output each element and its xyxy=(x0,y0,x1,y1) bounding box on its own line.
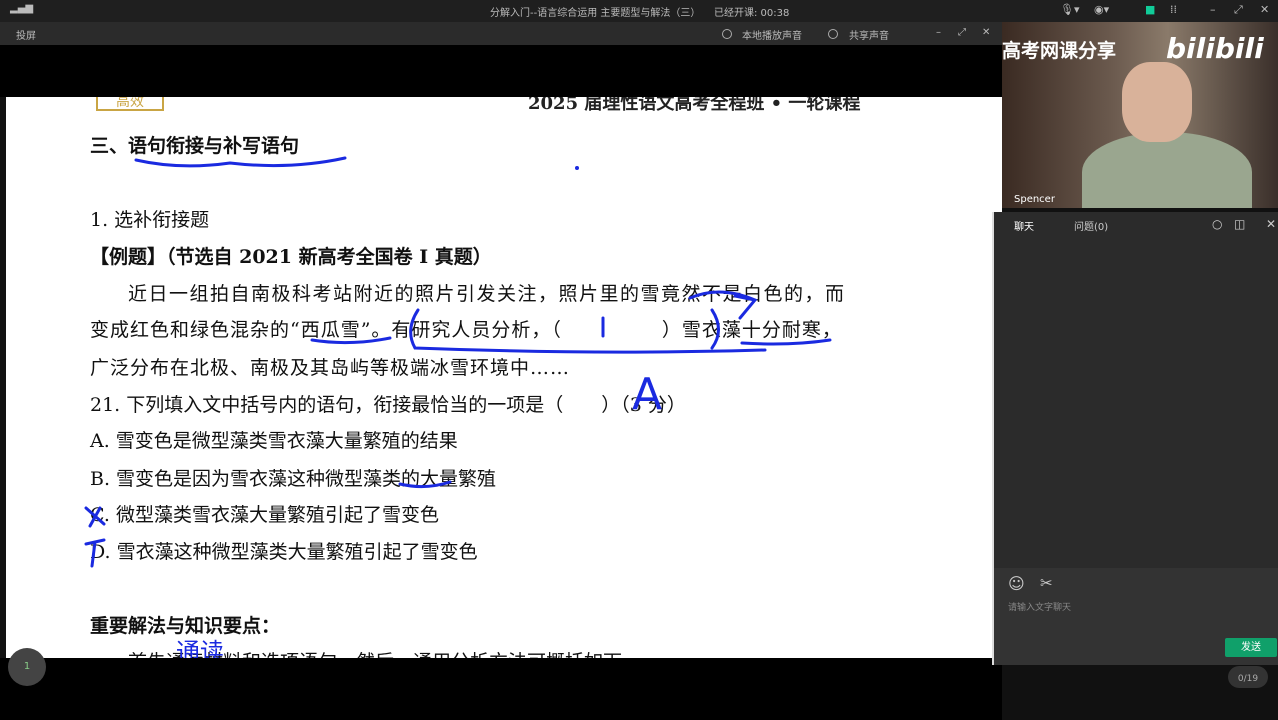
share-label: 投屏 xyxy=(16,31,36,42)
local-audio-toggle[interactable] xyxy=(722,29,732,39)
key-points-line: 首先通读材料和选项语句，然后，通用分析方法可概括如下 xyxy=(128,647,622,658)
local-audio-label: 本地播放声音 xyxy=(742,31,802,42)
question: 21. 下列填入文中括号内的语句，衔接最恰当的一项是（ ）（3 分） xyxy=(90,394,686,416)
grid-icon[interactable]: ⁞⁞ xyxy=(1170,3,1177,16)
paragraph-line: 近日一组拍自南极科考站附近的照片引发关注，照片里的雪竟然不是白色的，而 xyxy=(128,283,846,305)
teacher-video: 高考网课分享 bilibili Spencer xyxy=(1002,22,1278,208)
share-audio-label: 共享声音 xyxy=(849,31,889,42)
option-a: A. 雪变色是微型藻类雪衣藻大量繁殖的结果 xyxy=(90,430,458,452)
letterbox xyxy=(0,658,1002,720)
window-title: 分解入门--语言综合运用 主要题型与解法（三） xyxy=(490,8,701,19)
close-icon[interactable]: ✕ xyxy=(1260,3,1269,16)
screen-share-bar: 投屏 本地播放声音 共享声音 – ⤢ ✕ xyxy=(0,22,1002,45)
page-indicator: 0/19 xyxy=(1228,666,1268,688)
chat-panel: 聊天 问题(0) ○ ◫ ✕ ☺ ✂ 请输入文字聊天 发送 xyxy=(992,212,1278,665)
participant-name: Spencer xyxy=(1014,194,1055,205)
video-person-body xyxy=(1082,132,1252,208)
minimize-icon[interactable]: – xyxy=(1210,3,1216,16)
record-icon[interactable]: ■ xyxy=(1145,3,1155,16)
option-c: C. 微型藻类雪衣藻大量繁殖引起了雪变色 xyxy=(90,504,439,526)
chat-input[interactable]: 请输入文字聊天 xyxy=(1008,600,1071,613)
subsection-title: 1. 选补衔接题 xyxy=(90,209,210,231)
camera-icon[interactable]: ◉▾ xyxy=(1094,3,1109,16)
letterbox xyxy=(0,45,1002,97)
logo: 高效 xyxy=(96,97,164,111)
camera-count: 1 xyxy=(23,661,31,672)
maximize-icon[interactable]: ⤢ xyxy=(1234,3,1243,17)
watermark-brand: 高考网课分享 xyxy=(1002,40,1117,62)
handwritten-answer: A xyxy=(632,369,663,420)
microphone-icon[interactable]: 🎙▾ xyxy=(1060,3,1080,16)
emoji-icon[interactable]: ☺ xyxy=(1008,574,1025,593)
doc-header: 2025 届理性语文高考全程班 • 一轮课程 xyxy=(528,97,861,114)
tab-chat[interactable]: 聊天 xyxy=(1014,218,1034,233)
send-button[interactable]: 发送 xyxy=(1225,638,1277,657)
bilibili-logo: bilibili xyxy=(1166,32,1264,65)
scissors-icon[interactable]: ✂ xyxy=(1040,574,1053,592)
share-audio-toggle[interactable] xyxy=(828,29,838,39)
option-b: B. 雪变色是因为雪衣藻这种微型藻类的大量繁殖 xyxy=(90,468,497,490)
section-title: 三、语句衔接与补写语句 xyxy=(90,135,300,157)
title-bar: ▂▄▆ 分解入门--语言综合运用 主要题型与解法（三） 已经开课: 00:38 … xyxy=(0,0,1278,22)
paragraph-line: 广泛分布在北极、南极及其岛屿等极端冰雪环境中…… xyxy=(90,357,571,379)
close-icon[interactable]: ✕ xyxy=(982,27,990,38)
comment-icon[interactable]: ○ xyxy=(1212,217,1222,231)
camera-list-button[interactable]: 1 xyxy=(8,648,46,686)
signal-icon: ▂▄▆ xyxy=(10,3,34,14)
paragraph-line: 变成红色和绿色混杂的“西瓜雪”。有研究人员分析，（ ）雪衣藻十分耐寒， xyxy=(90,319,842,341)
tab-questions[interactable]: 问题(0) xyxy=(1074,218,1108,233)
example-title: 【例题】（节选自 2021 新高考全国卷 I 真题） xyxy=(90,246,492,268)
video-person-head xyxy=(1122,62,1192,142)
minimize-icon[interactable]: – xyxy=(936,27,941,38)
key-points-title: 重要解法与知识要点： xyxy=(90,615,281,637)
popout-icon[interactable]: ◫ xyxy=(1234,217,1245,231)
expand-icon[interactable]: ⤢ xyxy=(958,27,966,38)
option-d: D. 雪衣藻这种微型藻类大量繁殖引起了雪变色 xyxy=(90,541,478,563)
close-icon[interactable]: ✕ xyxy=(1266,217,1276,231)
class-timer: 已经开课: 00:38 xyxy=(714,8,790,19)
shared-document: 高效 2025 届理性语文高考全程班 • 一轮课程 三、语句衔接与补写语句 1.… xyxy=(6,97,1002,658)
